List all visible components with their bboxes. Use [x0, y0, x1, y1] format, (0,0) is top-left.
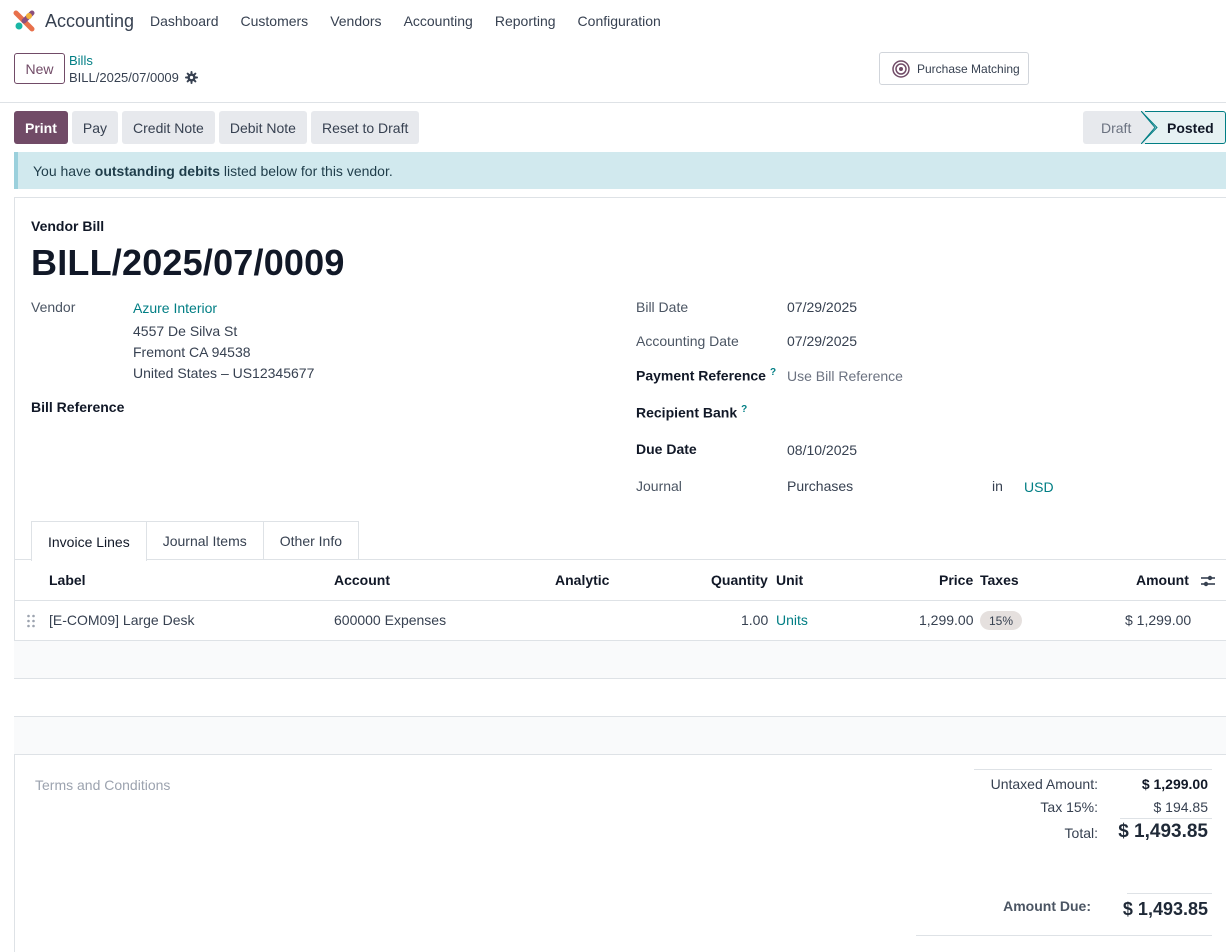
- journal-value[interactable]: Purchases: [787, 478, 853, 494]
- currency-in-label: in: [992, 478, 1003, 494]
- empty-row: [14, 679, 1226, 716]
- total-value: $ 1,493.85: [1118, 821, 1208, 842]
- accounting-date-value[interactable]: 07/29/2025: [787, 333, 857, 349]
- row-quantity[interactable]: 1.00: [741, 612, 768, 628]
- gear-icon[interactable]: [184, 71, 198, 84]
- breadcrumb-bills[interactable]: Bills: [69, 53, 93, 68]
- col-label[interactable]: Label: [49, 572, 86, 588]
- terms-and-conditions-input[interactable]: Terms and Conditions: [35, 777, 170, 793]
- col-account[interactable]: Account: [334, 572, 390, 588]
- table-header-divider: [14, 600, 1226, 601]
- optional-columns-icon[interactable]: [1200, 573, 1216, 589]
- notebook-tabs: Invoice Lines Journal Items Other Info: [31, 521, 360, 561]
- menu-vendors[interactable]: Vendors: [330, 13, 381, 29]
- help-icon[interactable]: ?: [770, 367, 776, 378]
- status-arrow: [1141, 111, 1159, 144]
- breadcrumb-current-label: BILL/2025/07/0009: [69, 70, 179, 85]
- menu-configuration[interactable]: Configuration: [578, 13, 661, 29]
- menu-accounting[interactable]: Accounting: [404, 13, 473, 29]
- alert-bold[interactable]: outstanding debits: [95, 163, 220, 179]
- row-account[interactable]: 600000 Expenses: [334, 612, 446, 628]
- print-button[interactable]: Print: [14, 111, 68, 144]
- tab-invoice-lines[interactable]: Invoice Lines: [31, 521, 147, 561]
- top-navbar: Accounting Dashboard Customers Vendors A…: [0, 0, 1226, 42]
- help-icon[interactable]: ?: [741, 404, 747, 415]
- row-divider: [14, 754, 1226, 755]
- vendor-address-line-2: Fremont CA 94538: [133, 344, 251, 360]
- menu-dashboard[interactable]: Dashboard: [150, 13, 219, 29]
- breadcrumb-current: BILL/2025/07/0009: [69, 70, 198, 85]
- recipient-bank-label: Recipient Bank?: [636, 404, 747, 421]
- vendor-name-link[interactable]: Azure Interior: [133, 300, 217, 316]
- target-icon: [892, 59, 910, 78]
- tax-value: $ 194.85: [1153, 799, 1209, 815]
- action-bar: Print Pay Credit Note Debit Note Reset t…: [14, 111, 420, 144]
- untaxed-amount-value: $ 1,299.00: [1141, 776, 1208, 792]
- due-date-value[interactable]: 08/10/2025: [787, 442, 857, 458]
- accounting-date-label: Accounting Date: [636, 333, 739, 349]
- bill-date-value[interactable]: 07/29/2025: [787, 299, 857, 315]
- untaxed-amount-label: Untaxed Amount:: [990, 776, 1098, 792]
- tax-label: Tax 15%:: [1040, 799, 1098, 815]
- total-label: Total:: [1064, 825, 1098, 841]
- col-amount[interactable]: Amount: [1136, 572, 1189, 588]
- purchase-matching-label: Purchase Matching: [917, 61, 1020, 76]
- menu-reporting[interactable]: Reporting: [495, 13, 556, 29]
- row-tax-badge[interactable]: 15%: [980, 611, 1023, 630]
- vendor-address-line-1: 4557 De Silva St: [133, 323, 238, 339]
- totals-top-border: [974, 769, 1212, 770]
- payment-reference-label: Payment Reference?: [636, 367, 776, 384]
- bill-date-label: Bill Date: [636, 299, 689, 315]
- journal-label: Journal: [636, 478, 682, 494]
- alert-prefix: You have: [33, 162, 95, 179]
- bill-number-title: BILL/2025/07/0009: [31, 242, 345, 283]
- empty-row: [14, 717, 1226, 754]
- main-menu: Dashboard Customers Vendors Accounting R…: [150, 13, 683, 29]
- row-unit[interactable]: Units: [776, 612, 808, 628]
- row-price[interactable]: 1,299.00: [919, 612, 974, 628]
- amount-due-value: $ 1,493.85: [1122, 899, 1208, 919]
- totals-bottom-border: [916, 935, 1212, 936]
- tab-other-info[interactable]: Other Info: [262, 521, 360, 560]
- payment-reference-label-text: Payment Reference: [636, 367, 766, 384]
- col-unit[interactable]: Unit: [776, 572, 803, 588]
- row-label[interactable]: [E-COM09] Large Desk: [49, 612, 195, 628]
- accounting-app-icon[interactable]: [13, 10, 35, 32]
- col-analytic[interactable]: Analytic: [555, 572, 609, 588]
- col-taxes[interactable]: Taxes: [980, 572, 1019, 588]
- col-price[interactable]: Price: [939, 572, 973, 588]
- row-amount: $ 1,299.00: [1125, 612, 1192, 628]
- credit-note-button[interactable]: Credit Note: [122, 111, 215, 144]
- amount-due-divider: [1127, 893, 1212, 894]
- total-divider: [1120, 818, 1212, 819]
- menu-customers[interactable]: Customers: [241, 13, 309, 29]
- due-date-label: Due Date: [636, 441, 697, 457]
- outstanding-debits-alert: You have outstanding debits listed below…: [14, 152, 1226, 189]
- alert-suffix: listed below for this vendor.: [219, 162, 393, 179]
- drag-handle-icon[interactable]: [26, 614, 36, 628]
- col-quantity[interactable]: Quantity: [711, 572, 768, 588]
- vendor-address-line-3: United States – US12345677: [133, 365, 315, 381]
- bill-reference-label: Bill Reference: [31, 399, 125, 415]
- purchase-matching-button[interactable]: Purchase Matching: [879, 52, 1029, 85]
- status-draft[interactable]: Draft: [1083, 111, 1145, 144]
- vendor-label: Vendor: [31, 299, 76, 315]
- debit-note-button[interactable]: Debit Note: [218, 111, 307, 144]
- new-button[interactable]: New: [14, 53, 65, 84]
- header-divider: [0, 102, 1226, 103]
- empty-row: [14, 641, 1226, 678]
- recipient-bank-label-text: Recipient Bank: [636, 404, 738, 421]
- tab-journal-items[interactable]: Journal Items: [145, 521, 264, 560]
- amount-due-label: Amount Due:: [1003, 898, 1091, 914]
- currency-link[interactable]: USD: [1024, 479, 1054, 495]
- tab-underline: [14, 559, 1226, 560]
- reset-to-draft-button[interactable]: Reset to Draft: [310, 111, 420, 144]
- payment-reference-input[interactable]: Use Bill Reference: [787, 368, 903, 384]
- pay-button[interactable]: Pay: [71, 111, 119, 144]
- app-name[interactable]: Accounting: [45, 11, 134, 32]
- move-type-label: Vendor Bill: [31, 218, 105, 234]
